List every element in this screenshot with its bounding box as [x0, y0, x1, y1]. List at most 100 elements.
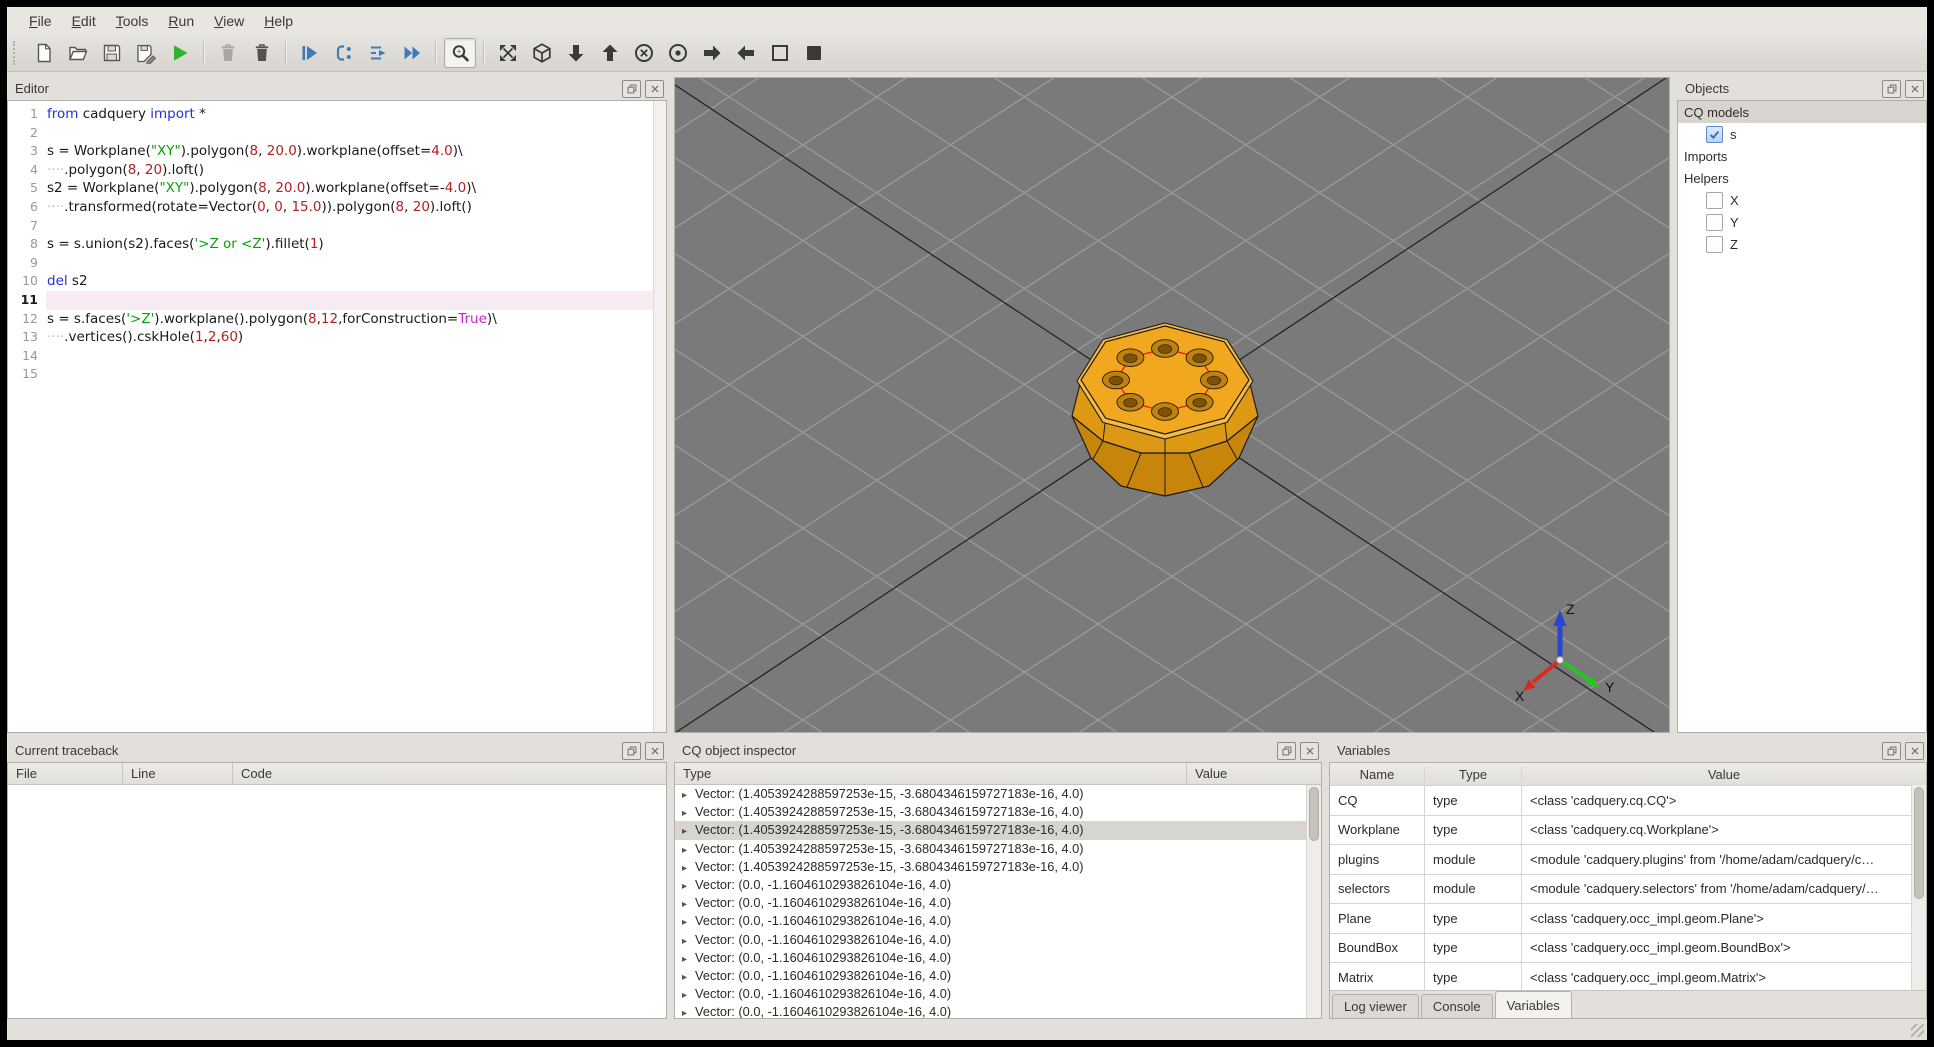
inspector-row[interactable]: ▸ Vector: (1.4053924288597253e-15, -3.680…	[675, 840, 1321, 858]
3d-viewport[interactable]: Z X Y	[674, 77, 1670, 733]
editor-scrollbar[interactable]	[653, 101, 666, 732]
tab-log-viewer[interactable]: Log viewer	[1332, 994, 1419, 1018]
tree-item-helpers[interactable]: Helpers	[1678, 167, 1926, 189]
run-button[interactable]	[164, 38, 196, 68]
column-header[interactable]: Name	[1330, 766, 1425, 782]
delete-all-button[interactable]	[246, 38, 278, 68]
inspector-row[interactable]: ▸ Vector: (0.0, -1.1604610293826104e-16, …	[675, 894, 1321, 912]
inspector-row[interactable]: ▸ Vector: (0.0, -1.1604610293826104e-16, …	[675, 985, 1321, 1003]
code-text: ····.transformed(rotate=Vector(0, 0, 15.…	[47, 198, 472, 215]
delete-button[interactable]	[212, 38, 244, 68]
close-icon[interactable]	[1300, 741, 1319, 760]
float-icon[interactable]	[1882, 741, 1901, 760]
code-editor[interactable]: 1 from cadquery import * 2 3 s = Workplane("…	[8, 101, 666, 732]
app-frame: File Edit Tools Run View Help Editor 1 from ca…	[0, 0, 1934, 1047]
checkbox-z[interactable]	[1706, 235, 1723, 253]
tab-console[interactable]: Console	[1420, 994, 1493, 1018]
shaded-button[interactable]	[798, 38, 830, 68]
view-bottom-button[interactable]	[560, 38, 592, 68]
save-button[interactable]	[96, 38, 128, 68]
expand-arrow-icon[interactable]: ▸	[682, 933, 695, 951]
code-text: ····.polygon(8, 20).loft()	[47, 161, 204, 178]
column-header[interactable]: Type	[1425, 766, 1522, 782]
close-icon[interactable]	[645, 79, 664, 98]
inspector-row[interactable]: ▸ Vector: (0.0, -1.1604610293826104e-16, …	[675, 931, 1321, 949]
checkbox-x[interactable]	[1706, 191, 1723, 209]
step-button[interactable]	[328, 38, 360, 68]
float-icon[interactable]	[622, 741, 641, 760]
inspector-row[interactable]: ▸ Vector: (0.0, -1.1604610293826104e-16, …	[675, 949, 1321, 967]
expand-arrow-icon[interactable]: ▸	[682, 823, 695, 841]
menu-edit[interactable]: Edit	[62, 10, 106, 32]
tab-variables[interactable]: Variables	[1494, 991, 1572, 1018]
float-icon[interactable]	[1882, 79, 1901, 98]
inspector-row[interactable]: ▸ Vector: (1.4053924288597253e-15, -3.680…	[675, 785, 1321, 803]
code-line: 11	[8, 290, 666, 310]
tree-item-imports[interactable]: Imports	[1678, 145, 1926, 167]
menu-help[interactable]: Help	[254, 10, 303, 32]
debug-button[interactable]	[294, 38, 326, 68]
menu-view[interactable]: View	[204, 10, 254, 32]
variable-row[interactable]: selectors module <module 'cadquery.selecto…	[1330, 874, 1926, 904]
column-header[interactable]: Code	[233, 763, 666, 784]
checkbox-y[interactable]	[1706, 213, 1723, 231]
tree-item-cq-models[interactable]: CQ models	[1678, 101, 1926, 123]
close-icon[interactable]	[1905, 741, 1924, 760]
checkbox-s[interactable]	[1706, 125, 1723, 143]
fit-view-button[interactable]	[492, 38, 524, 68]
column-header[interactable]: Value	[1187, 763, 1321, 784]
column-header[interactable]: File	[8, 763, 123, 784]
iso-view-button[interactable]	[526, 38, 558, 68]
inspector-row[interactable]: ▸ Vector: (0.0, -1.1604610293826104e-16, …	[675, 967, 1321, 985]
variable-row[interactable]: plugins module <module 'cadquery.plugins' …	[1330, 845, 1926, 875]
inspector-row[interactable]: ▸ Vector: (0.0, -1.1604610293826104e-16, …	[675, 912, 1321, 930]
inspector-row[interactable]: ▸ Vector: (0.0, -1.1604610293826104e-16, …	[675, 1003, 1321, 1018]
variable-row[interactable]: Matrix type <class 'cadquery.occ_impl.geom…	[1330, 963, 1926, 993]
inspector-row[interactable]: ▸ Vector: (1.4053924288597253e-15, -3.680…	[675, 803, 1321, 821]
toolbar-drag-handle[interactable]	[13, 40, 21, 65]
inspector-dock-title: CQ object inspector	[682, 743, 797, 758]
variable-row[interactable]: Workplane type <class 'cadquery.cq.Workpla…	[1330, 815, 1926, 845]
column-header[interactable]: Value	[1522, 767, 1926, 782]
variable-row[interactable]: CQ type <class 'cadquery.cq.CQ'>	[1330, 786, 1926, 816]
wireframe-button[interactable]	[764, 38, 796, 68]
variable-name: plugins	[1330, 845, 1425, 874]
inspect-toggle[interactable]	[444, 37, 476, 68]
tree-item-x[interactable]: X	[1678, 189, 1926, 211]
tree-item-z[interactable]: Z	[1678, 233, 1926, 255]
wireframe-icon	[772, 44, 788, 61]
open-file-button[interactable]	[62, 38, 94, 68]
column-header[interactable]: Line	[123, 763, 233, 784]
tree-item-s[interactable]: s	[1678, 123, 1926, 145]
continue-button[interactable]	[396, 38, 428, 68]
expand-arrow-icon[interactable]: ▸	[682, 914, 695, 932]
float-icon[interactable]	[1277, 741, 1296, 760]
view-back-button[interactable]	[662, 38, 694, 68]
close-icon[interactable]	[645, 741, 664, 760]
expand-arrow-icon[interactable]: ▸	[682, 1005, 695, 1018]
view-front-button[interactable]	[628, 38, 660, 68]
inspector-row[interactable]: ▸ Vector: (1.4053924288597253e-15, -3.680…	[675, 821, 1321, 841]
inspector-row[interactable]: ▸ Vector: (0.0, -1.1604610293826104e-16, …	[675, 876, 1321, 894]
menu-run[interactable]: Run	[158, 10, 204, 32]
inspector-row[interactable]: ▸ Vector: (1.4053924288597253e-15, -3.680…	[675, 858, 1321, 876]
view-left-button[interactable]	[730, 38, 762, 68]
variables-scrollbar[interactable]	[1911, 785, 1926, 991]
tree-item-y[interactable]: Y	[1678, 211, 1926, 233]
column-header[interactable]: Type	[675, 763, 1187, 784]
float-icon[interactable]	[622, 79, 641, 98]
view-top-button[interactable]	[594, 38, 626, 68]
variable-type: type	[1425, 904, 1522, 933]
tree-item-label: s	[1730, 126, 1737, 142]
new-file-button[interactable]	[28, 38, 60, 68]
step-into-button[interactable]	[362, 38, 394, 68]
save-as-button[interactable]	[130, 38, 162, 68]
variable-row[interactable]: Plane type <class 'cadquery.occ_impl.geom.…	[1330, 904, 1926, 934]
variable-row[interactable]: BoundBox type <class 'cadquery.occ_impl.ge…	[1330, 933, 1926, 963]
inspector-scrollbar[interactable]	[1306, 785, 1321, 1018]
menu-tools[interactable]: Tools	[106, 10, 159, 32]
view-right-button[interactable]	[696, 38, 728, 68]
resize-grip[interactable]	[1911, 1024, 1924, 1037]
close-icon[interactable]	[1905, 79, 1924, 98]
menu-file[interactable]: File	[19, 10, 62, 32]
